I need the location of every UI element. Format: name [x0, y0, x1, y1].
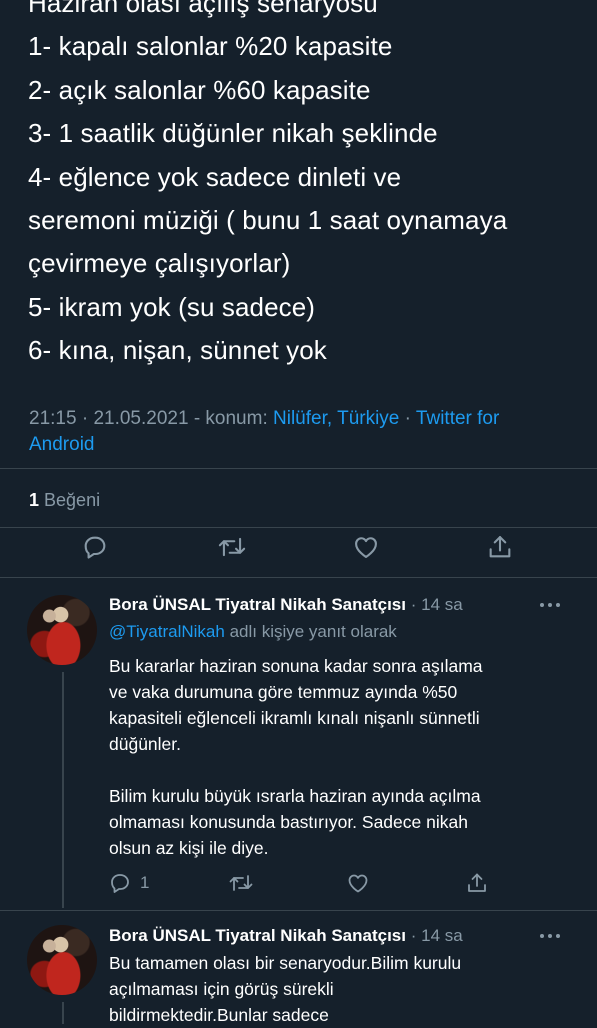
reply-line: açılmaması için görüş sürekli	[109, 979, 334, 999]
tweet-line: 6- kına, nişan, sünnet yok	[28, 335, 327, 366]
tweet-meta: 21:15 · 21.05.2021 - konum: Nilüfer, Tür…	[29, 406, 569, 458]
location-prefix: konum:	[205, 408, 268, 429]
meta-dash: -	[193, 408, 201, 429]
reply-body: Bu tamamen olası bir senaryodur.Bilim ku…	[109, 950, 559, 1028]
reply-header: Bora ÜNSAL Tiyatral Nikah Sanatçısı · 14…	[109, 925, 463, 947]
replying-suffix: adlı kişiye yanıt olarak	[229, 622, 397, 641]
replying-to: @TiyatralNikah adlı kişiye yanıt olarak	[109, 621, 397, 643]
share-icon	[468, 873, 486, 892]
tweet-body: Haziran olası açılış senaryosu 1- kapalı…	[28, 0, 507, 373]
divider	[0, 468, 597, 469]
reply-line: ve vaka durumuna göre temmuz ayında %50	[109, 682, 458, 702]
likes-count: 1	[29, 490, 40, 510]
tweet-line: 3- 1 saatlik düğünler nikah şeklinde	[28, 118, 438, 149]
reply-icon	[84, 536, 106, 559]
share-icon	[489, 536, 511, 558]
replying-handle[interactable]: @TiyatralNikah	[109, 622, 225, 641]
avatar[interactable]	[27, 925, 97, 995]
author-name[interactable]: Bora ÜNSAL Tiyatral Nikah Sanatçısı	[109, 595, 406, 614]
reply-header: Bora ÜNSAL Tiyatral Nikah Sanatçısı · 14…	[109, 594, 463, 616]
location-link[interactable]: Nilüfer, Türkiye	[273, 408, 399, 429]
reply-line: Bu kararlar haziran sonuna kadar sonra a…	[109, 656, 483, 676]
meta-separator: ·	[404, 408, 411, 429]
retweet-icon	[229, 875, 253, 891]
reply-actions: 1	[0, 866, 597, 900]
tweet-line: seremoni müziği ( bunu 1 saat oynamaya	[28, 205, 508, 236]
reply-line: olsun az kişi ile diye.	[109, 838, 269, 858]
reply-line: bildirmektedir.Bunlar sadece	[109, 1005, 329, 1025]
reply-line: Bilim kurulu büyük ısrarla haziran ayınd…	[109, 786, 481, 806]
share-button[interactable]	[465, 866, 489, 900]
tweet-date[interactable]: 21.05.2021	[93, 408, 188, 429]
reply-time-separator: ·	[410, 595, 422, 614]
reply-line: olmaması konusunda bastırıyor. Sadece ni…	[109, 812, 468, 832]
thread-line	[62, 1002, 64, 1024]
reply-body: Bu kararlar haziran sonuna kadar sonra a…	[109, 653, 559, 861]
likes-summary[interactable]: 1 Beğeni	[29, 490, 100, 511]
tweet-line: 1- kapalı salonlar %20 kapasite	[28, 31, 393, 62]
tweet-line: 2- açık salonlar %60 kapasite	[28, 74, 371, 105]
like-icon	[348, 874, 368, 893]
meta-separator: ·	[81, 408, 89, 429]
tweet-line: 4- eğlence yok sadece dinleti ve	[28, 161, 402, 192]
reply-line: kapasiteli eğlenceli ikramlı kınalı nişa…	[109, 708, 480, 728]
tweet-line: 5- ikram yok (su sadece)	[28, 291, 316, 322]
divider	[0, 577, 597, 578]
reply-line: Bu tamamen olası bir senaryodur.Bilim ku…	[109, 953, 462, 973]
reply-button[interactable]: 1	[108, 866, 149, 900]
more-icon[interactable]	[540, 600, 566, 610]
divider	[0, 527, 597, 528]
reply-button[interactable]	[81, 530, 109, 564]
reply-count: 1	[140, 873, 150, 892]
like-button[interactable]	[352, 530, 380, 564]
reply-line: düğünler.	[109, 734, 182, 754]
tweet-line: çevirmeye çalışıyorlar)	[28, 248, 291, 279]
like-button[interactable]	[346, 866, 370, 900]
divider	[0, 910, 597, 911]
tweet-time[interactable]: 21:15	[29, 408, 77, 429]
retweet-button[interactable]	[217, 530, 247, 564]
author-name[interactable]: Bora ÜNSAL Tiyatral Nikah Sanatçısı	[109, 926, 406, 945]
reply-time[interactable]: 14 sa	[421, 595, 463, 614]
reply-time-separator: ·	[410, 926, 422, 945]
more-icon[interactable]	[540, 931, 566, 941]
retweet-button[interactable]	[228, 866, 254, 900]
tweet-actions	[0, 530, 597, 564]
tweet-line: Haziran olası açılış senaryosu	[28, 0, 378, 18]
reply-time[interactable]: 14 sa	[421, 926, 463, 945]
reply-icon	[111, 874, 129, 893]
share-button[interactable]	[486, 530, 514, 564]
retweet-icon	[218, 537, 246, 557]
likes-label: Beğeni	[44, 490, 101, 510]
avatar[interactable]	[27, 595, 97, 665]
like-icon	[355, 537, 377, 558]
